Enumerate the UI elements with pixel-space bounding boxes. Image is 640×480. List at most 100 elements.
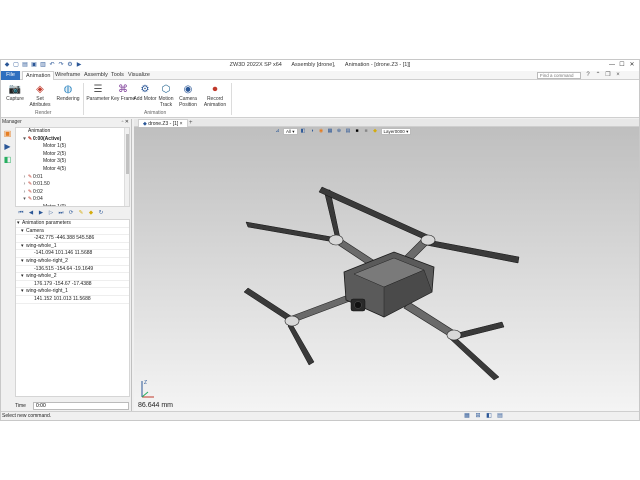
parameter-row[interactable]: -136.515 -154.64 -19.1649: [16, 266, 129, 274]
snap-icon[interactable]: ⊞: [474, 413, 482, 420]
tree-item-label: Animation: [28, 128, 51, 134]
tree-item-label: Motor 1(0): [43, 203, 67, 207]
parameter-row[interactable]: -141.094 101.146 11.5688: [16, 250, 129, 258]
tab-visualize[interactable]: Visualize: [125, 71, 153, 80]
status-bar: Select new command. ▦ ⊞ ◧ ▤: [1, 411, 639, 420]
layer-select[interactable]: Layer0000 ▾: [380, 128, 412, 135]
tree-item[interactable]: Motor 1(0): [16, 203, 129, 207]
next-frame-icon[interactable]: ▷: [47, 209, 55, 217]
close-doc-icon[interactable]: ×: [614, 71, 622, 80]
grid-icon[interactable]: ▦: [463, 413, 471, 420]
pick-filter-select[interactable]: All ▾: [283, 128, 298, 135]
tree-item[interactable]: Motor 4(5): [16, 166, 129, 174]
background-icon[interactable]: ■: [363, 128, 370, 135]
tree-item[interactable]: ▾ ✎0:04: [16, 196, 129, 204]
color-icon[interactable]: ■: [354, 128, 361, 135]
key-frame-icon: ⌘: [118, 83, 128, 95]
section-icon[interactable]: ▤: [345, 128, 352, 135]
tree-item[interactable]: Motor 1(5): [16, 143, 129, 151]
layout-icon[interactable]: ▤: [496, 413, 504, 420]
edit-icon[interactable]: ✎: [77, 209, 85, 217]
previous-frame-icon[interactable]: ◀: [27, 209, 35, 217]
tree-item[interactable]: Motor 3(5): [16, 158, 129, 166]
parameter-label: -242.775 -446.388 545.586: [34, 235, 95, 242]
manager-header: Manager ▫ ✕: [1, 119, 131, 126]
camera-position-button[interactable]: ◉ Camera Position: [175, 82, 201, 112]
assembly-tab-icon[interactable]: ◧: [2, 154, 13, 165]
camera-icon: 📷: [8, 83, 22, 95]
record-animation-button[interactable]: ⏺ Record Animation: [202, 82, 228, 112]
parameter-row[interactable]: ▾ wing-whole-right_1: [16, 288, 129, 296]
help-icon[interactable]: ?: [584, 71, 592, 80]
parameter-button[interactable]: ☰ Parameter: [85, 82, 111, 112]
view-orient-icon[interactable]: ◑: [309, 128, 316, 135]
panel-pin-icon[interactable]: ▫ ✕: [122, 119, 129, 126]
animation-tab-icon[interactable]: ▶: [2, 141, 13, 152]
set-attributes-button[interactable]: ◈ Set Attributes: [27, 82, 53, 112]
tree-item[interactable]: › ✎0:02: [16, 189, 129, 197]
minimize-button[interactable]: —: [607, 60, 617, 70]
tree-item[interactable]: ▾ ✎0:00(Active): [16, 136, 129, 144]
manager-title: Manager: [2, 119, 22, 125]
ribbon-minimize-icon[interactable]: ⌃: [594, 71, 602, 80]
tree-item[interactable]: › ✎0:01.50: [16, 181, 129, 189]
display-icon[interactable]: ▦: [327, 128, 334, 135]
propeller: [453, 321, 505, 340]
restore-icon[interactable]: ❐: [604, 71, 612, 80]
tab-file[interactable]: File: [1, 71, 20, 80]
drone-model[interactable]: [234, 182, 524, 382]
maximize-button[interactable]: ☐: [617, 60, 627, 70]
rendering-button[interactable]: ◍ Rendering: [55, 82, 81, 112]
loop-icon[interactable]: ⟳: [67, 209, 75, 217]
layer-icon[interactable]: ◆: [372, 128, 379, 135]
3d-viewport[interactable]: ⊿ All ▾ ◧ ◑ ◉ ▦ ⊕ ▤ ■ ■ ◆ Layer0000 ▾ Z …: [134, 127, 639, 411]
parameter-row[interactable]: ▾ Camera: [16, 228, 129, 236]
tree-item[interactable]: Animation: [16, 128, 129, 136]
history-tab-icon[interactable]: ▣: [2, 128, 13, 139]
tree-item-label: 0:01: [33, 173, 43, 180]
play-icon[interactable]: ▶: [37, 209, 45, 217]
capture-button[interactable]: 📷 Capture: [2, 82, 28, 112]
parameter-row[interactable]: ▾ Animation parameters: [16, 220, 129, 228]
parameter-row[interactable]: ▾ wing-whole_1: [16, 243, 129, 251]
window-controls: — ☐ ✕: [607, 60, 637, 70]
add-tab-button[interactable]: +: [189, 119, 193, 127]
document-tabs: ◆ drone.Z3 - [1] × +: [134, 119, 639, 127]
close-button[interactable]: ✕: [627, 60, 637, 70]
tab-assembly[interactable]: Assembly: [81, 71, 111, 80]
zoom-icon[interactable]: ⊕: [336, 128, 343, 135]
view-cube-icon[interactable]: ◧: [300, 128, 307, 135]
refresh-icon[interactable]: ↻: [97, 209, 105, 217]
parameter-row[interactable]: 176.179 -154.67 -17.4388: [16, 281, 129, 289]
tree-scrollbar[interactable]: [124, 128, 129, 206]
parameter-label: -141.094 101.146 11.5688: [34, 250, 93, 257]
tree-item[interactable]: › ✎0:01: [16, 174, 129, 182]
parameter-label: wing-whole-right_2: [26, 257, 68, 264]
highlight-icon[interactable]: ◆: [87, 209, 95, 217]
propeller: [425, 239, 520, 264]
rendering-icon: ◍: [63, 83, 73, 95]
parameter-row[interactable]: 141.152 101.013 11.5688: [16, 296, 129, 304]
last-frame-icon[interactable]: ⏭: [57, 209, 65, 217]
propeller: [287, 323, 315, 366]
parameter-row[interactable]: -242.775 -446.388 545.586: [16, 235, 129, 243]
parameter-label: wing-whole_1: [26, 242, 57, 249]
tree-item-label: 0:01.50: [33, 181, 50, 188]
camera-lens: [354, 301, 362, 309]
first-frame-icon[interactable]: ⏮: [17, 209, 25, 217]
animation-parameters-list: ▾ Animation parameters ▾ Camera -242.775 -44…: [15, 219, 130, 397]
tab-drone-document[interactable]: ◆ drone.Z3 - [1] ×: [138, 119, 188, 127]
tree-item-label: 0:02: [33, 188, 43, 195]
command-search-input[interactable]: [537, 72, 581, 79]
motor-front-left: [328, 234, 344, 246]
view-icon[interactable]: ◧: [485, 413, 493, 420]
tab-wireframe[interactable]: Wireframe: [52, 71, 83, 80]
time-input[interactable]: [33, 402, 129, 410]
tree-item[interactable]: Motor 2(5): [16, 151, 129, 159]
parameter-row[interactable]: ▾ wing-whole-right_2: [16, 258, 129, 266]
animation-tree: Animation ▾ ✎0:00(Active) Motor 1(5) Motor 2…: [15, 127, 130, 207]
tree-item-label: 0:00(Active): [33, 135, 62, 142]
parameter-row[interactable]: ▾ wing-whole_2: [16, 273, 129, 281]
filter-icon[interactable]: ⊿: [274, 128, 281, 135]
shading-icon[interactable]: ◉: [318, 128, 325, 135]
